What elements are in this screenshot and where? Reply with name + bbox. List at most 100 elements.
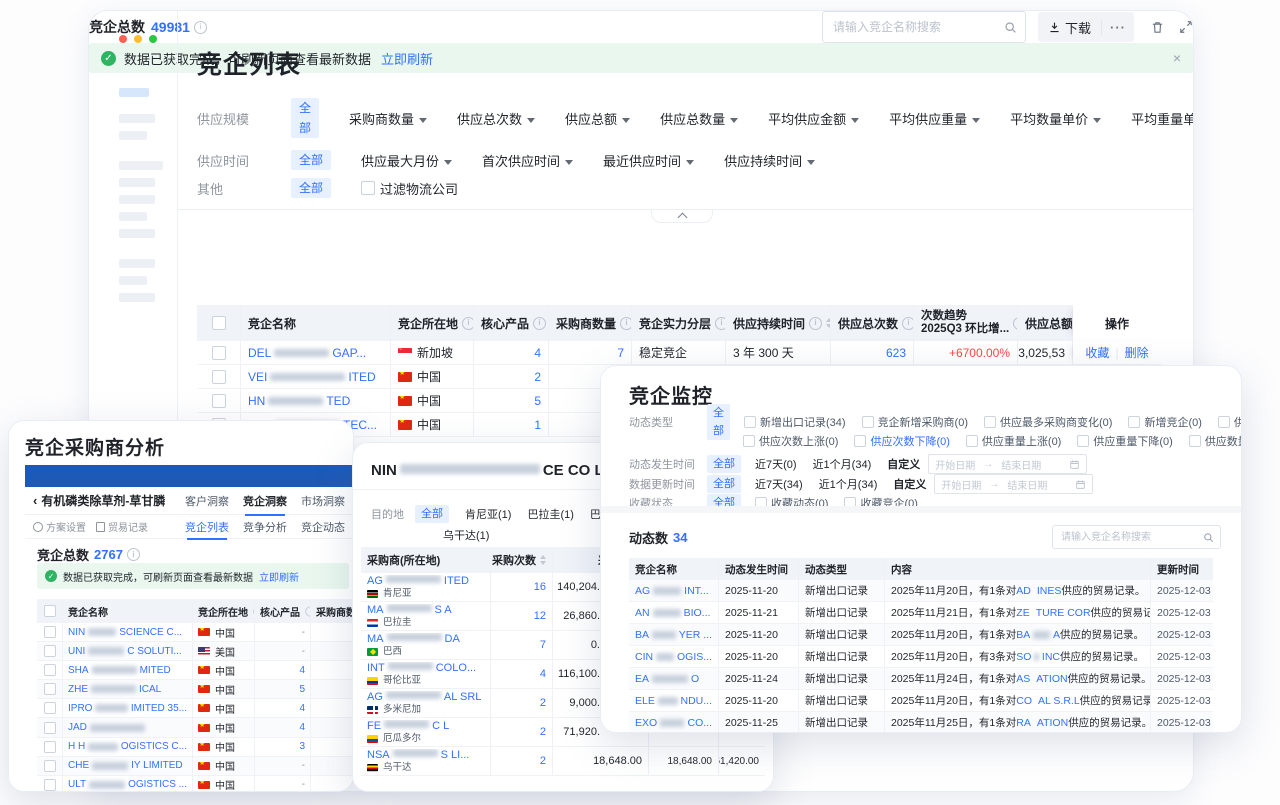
buyer-name-link[interactable]: FEC L <box>367 720 449 732</box>
refresh-now-link[interactable]: 立即刷新 <box>381 49 433 68</box>
type-option[interactable]: 竞企新增采购商(0) <box>862 414 968 430</box>
last-7-days-option[interactable]: 近7天(34) <box>755 476 803 492</box>
info-icon[interactable] <box>194 21 207 34</box>
buyer-name-link[interactable]: MAS A <box>367 604 452 616</box>
table-row[interactable]: JAD 中国 4 <box>37 718 353 737</box>
dest-option[interactable]: 巴拉圭(1) <box>527 506 573 522</box>
custom-range-option[interactable]: 自定义 <box>887 456 920 472</box>
trash-icon[interactable] <box>1150 20 1165 35</box>
competitor-search-input[interactable] <box>822 11 1026 43</box>
competitor-name-link[interactable]: JAD <box>63 718 193 736</box>
table-row[interactable]: NSAS LI... 乌干达 2 18,648.00 18,648.00 61,… <box>361 747 765 776</box>
buyer-name-link[interactable]: MADA <box>367 633 460 645</box>
filter-all-chip[interactable]: 全部 <box>291 178 331 198</box>
buyer-cell[interactable]: INTCOLO... 哥伦比亚 <box>361 660 491 688</box>
filter-option[interactable]: 平均供应金额 <box>768 109 859 128</box>
buyer-cell[interactable]: MAS A 巴拉圭 <box>361 602 491 630</box>
competitor-name-link[interactable]: CINOGIS... <box>629 646 719 667</box>
purchase-times[interactable]: 12 <box>534 610 546 622</box>
table-row[interactable]: SHAMITED 中国 4 <box>37 661 353 680</box>
delete-button[interactable]: 删除 <box>1125 344 1149 361</box>
info-icon[interactable] <box>902 317 914 330</box>
info-icon[interactable] <box>127 548 140 561</box>
row-checkbox[interactable] <box>37 776 63 792</box>
subtab-competitor-list[interactable]: 竞企列表 <box>185 519 229 535</box>
type-option[interactable]: 供应最多采购商变化(0) <box>984 414 1112 430</box>
competitor-name-link[interactable]: ELENDU... <box>629 690 719 711</box>
favorite-button[interactable]: 收藏 <box>1085 344 1109 361</box>
row-checkbox[interactable] <box>37 738 63 756</box>
custom-range-option[interactable]: 自定义 <box>893 476 926 492</box>
select-all-checkbox[interactable] <box>37 599 63 623</box>
filter-all-chip[interactable]: 全部 <box>707 475 741 493</box>
sidebar-item[interactable] <box>119 114 155 123</box>
row-checkbox[interactable] <box>37 680 63 698</box>
competitor-name-link[interactable]: VEIITED <box>241 365 391 388</box>
row-checkbox[interactable] <box>37 699 63 717</box>
competitor-name-link[interactable]: EXOCO... <box>629 712 719 733</box>
core-product-count[interactable]: 5 <box>474 389 549 412</box>
info-icon[interactable] <box>715 317 726 330</box>
core-product-count[interactable]: 4 <box>255 718 311 736</box>
select-all-checkbox[interactable] <box>197 305 241 341</box>
competitor-search-input[interactable] <box>1052 525 1221 549</box>
collapse-filters-button[interactable] <box>651 210 713 223</box>
table-row[interactable]: EXOCO... 2025-11-25 新增出口记录 2025年11月25日，有… <box>629 712 1213 733</box>
subtab-competitor-activity[interactable]: 竞企动态 <box>301 519 345 535</box>
type-option[interactable]: 供应重量上涨(0) <box>966 433 1061 449</box>
buyer-name-link[interactable]: INTCOLO... <box>367 662 476 674</box>
competitor-name-link[interactable]: UNIC SOLUTI... <box>63 642 193 660</box>
row-checkbox[interactable] <box>197 365 241 388</box>
sidebar-item[interactable] <box>119 276 147 285</box>
sidebar-item[interactable] <box>119 161 163 170</box>
purchase-times[interactable]: 2 <box>540 755 546 767</box>
core-product-count[interactable]: 2 <box>474 365 549 388</box>
subtab-competition-analysis[interactable]: 竞争分析 <box>243 519 287 535</box>
filter-option[interactable]: 采购商数量 <box>349 109 427 128</box>
row-checkbox[interactable] <box>37 623 63 641</box>
filter-all-chip[interactable]: 全部 <box>707 455 741 473</box>
type-option[interactable]: 新增出口记录(34) <box>744 414 846 430</box>
buyer-name-link[interactable]: NSAS LI... <box>367 749 469 761</box>
filter-logistics-checkbox[interactable]: 过滤物流公司 <box>361 179 458 198</box>
filter-option[interactable]: 平均重量单价 <box>1131 109 1194 128</box>
type-option[interactable]: 供应重量下降(0) <box>1077 433 1172 449</box>
sidebar-item[interactable] <box>119 259 155 268</box>
filter-all-chip[interactable]: 全部 <box>291 150 331 170</box>
filter-option[interactable]: 供应总次数 <box>457 109 535 128</box>
row-checkbox[interactable] <box>37 718 63 736</box>
purchase-times[interactable]: 7 <box>540 639 546 651</box>
sidebar-item[interactable] <box>119 212 147 221</box>
info-icon[interactable] <box>462 317 474 330</box>
core-product-count[interactable]: 4 <box>474 341 549 364</box>
refresh-now-link[interactable]: 立即刷新 <box>259 569 299 584</box>
tab-customer-insight[interactable]: 客户洞察 <box>185 493 229 509</box>
buyer-cell[interactable]: AGITED 肯尼亚 <box>361 573 491 601</box>
buyer-cell[interactable]: MADA 巴西 <box>361 631 491 659</box>
tab-competitor-insight[interactable]: 竞企洞察 <box>243 493 287 509</box>
buyer-count[interactable]: 7 <box>549 341 632 364</box>
date-range-input[interactable]: 开始日期 结束日期 <box>934 474 1093 494</box>
table-row[interactable]: ULTOGISTICS ... 中国 - <box>37 776 353 792</box>
buyer-name-link[interactable]: AGAL SRL <box>367 691 481 703</box>
dest-option[interactable]: 肯尼亚(1) <box>465 506 511 522</box>
filter-option[interactable]: 首次供应时间 <box>482 151 573 170</box>
sidebar-item[interactable] <box>119 293 155 302</box>
sort-icon[interactable] <box>540 555 546 565</box>
filter-option[interactable]: 供应最大月份 <box>361 151 452 170</box>
competitor-name-link[interactable]: H HOGISTICS C... <box>63 738 193 756</box>
buyer-name-link[interactable]: AGITED <box>367 575 469 587</box>
filter-option[interactable]: 平均供应重量 <box>889 109 980 128</box>
core-product-count[interactable]: 1 <box>474 413 549 436</box>
table-row[interactable]: NINSCIENCE C... 中国 - <box>37 623 353 642</box>
purchase-times[interactable]: 2 <box>540 726 546 738</box>
row-checkbox[interactable] <box>37 757 63 775</box>
last-month-option[interactable]: 近1个月(34) <box>813 456 872 472</box>
row-checkbox[interactable] <box>197 341 241 364</box>
row-checkbox[interactable] <box>197 389 241 412</box>
competitor-name-link[interactable]: ANBIO... <box>629 602 719 623</box>
competitor-name-link[interactable]: BAYER ... <box>629 624 719 645</box>
sidebar-item[interactable] <box>119 195 155 204</box>
competitor-name-link[interactable]: DELGAP... <box>241 341 391 364</box>
filter-option[interactable]: 最近供应时间 <box>603 151 694 170</box>
